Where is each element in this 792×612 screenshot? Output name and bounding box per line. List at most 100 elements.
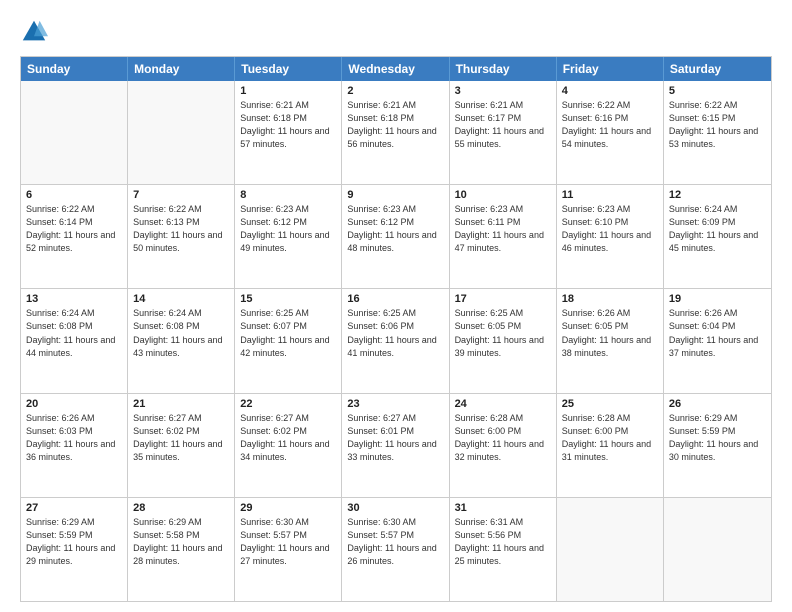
day-number: 6 bbox=[26, 189, 122, 201]
empty-cell bbox=[21, 81, 128, 184]
day-info: Sunrise: 6:21 AM Sunset: 6:17 PM Dayligh… bbox=[455, 99, 551, 151]
day-cell-8: 8 Sunrise: 6:23 AM Sunset: 6:12 PM Daylig… bbox=[235, 185, 342, 288]
day-number: 8 bbox=[240, 189, 336, 201]
day-info: Sunrise: 6:26 AM Sunset: 6:05 PM Dayligh… bbox=[562, 307, 658, 359]
day-number: 15 bbox=[240, 293, 336, 305]
day-info: Sunrise: 6:21 AM Sunset: 6:18 PM Dayligh… bbox=[347, 99, 443, 151]
calendar-body: 1 Sunrise: 6:21 AM Sunset: 6:18 PM Daylig… bbox=[21, 81, 771, 601]
day-number: 30 bbox=[347, 502, 443, 514]
day-cell-4: 4 Sunrise: 6:22 AM Sunset: 6:16 PM Daylig… bbox=[557, 81, 664, 184]
day-number: 5 bbox=[669, 85, 766, 97]
day-number: 27 bbox=[26, 502, 122, 514]
day-cell-29: 29Sunrise: 6:30 AM Sunset: 5:57 PM Dayli… bbox=[235, 498, 342, 601]
day-cell-10: 10 Sunrise: 6:23 AM Sunset: 6:11 PM Dayli… bbox=[450, 185, 557, 288]
day-number: 10 bbox=[455, 189, 551, 201]
week-row-3: 13 Sunrise: 6:24 AM Sunset: 6:08 PM Dayli… bbox=[21, 288, 771, 392]
day-cell-17: 17 Sunrise: 6:25 AM Sunset: 6:05 PM Dayli… bbox=[450, 289, 557, 392]
day-number: 17 bbox=[455, 293, 551, 305]
day-info: Sunrise: 6:25 AM Sunset: 6:07 PM Dayligh… bbox=[240, 307, 336, 359]
day-info: Sunrise: 6:27 AM Sunset: 6:02 PM Dayligh… bbox=[133, 412, 229, 464]
day-number: 7 bbox=[133, 189, 229, 201]
day-cell-11: 11Sunrise: 6:23 AM Sunset: 6:10 PM Dayli… bbox=[557, 185, 664, 288]
day-number: 31 bbox=[455, 502, 551, 514]
day-cell-21: 21 Sunrise: 6:27 AM Sunset: 6:02 PM Dayli… bbox=[128, 394, 235, 497]
day-number: 4 bbox=[562, 85, 658, 97]
day-cell-9: 9 Sunrise: 6:23 AM Sunset: 6:12 PM Daylig… bbox=[342, 185, 449, 288]
day-info: Sunrise: 6:26 AM Sunset: 6:03 PM Dayligh… bbox=[26, 412, 122, 464]
day-cell-2: 2 Sunrise: 6:21 AM Sunset: 6:18 PM Daylig… bbox=[342, 81, 449, 184]
day-cell-30: 30Sunrise: 6:30 AM Sunset: 5:57 PM Dayli… bbox=[342, 498, 449, 601]
header bbox=[20, 18, 772, 46]
day-info: Sunrise: 6:29 AM Sunset: 5:59 PM Dayligh… bbox=[669, 412, 766, 464]
day-number: 16 bbox=[347, 293, 443, 305]
day-cell-19: 19 Sunrise: 6:26 AM Sunset: 6:04 PM Dayli… bbox=[664, 289, 771, 392]
day-info: Sunrise: 6:23 AM Sunset: 6:12 PM Dayligh… bbox=[240, 203, 336, 255]
week-row-4: 20Sunrise: 6:26 AM Sunset: 6:03 PM Dayli… bbox=[21, 393, 771, 497]
day-of-week-wednesday: Wednesday bbox=[342, 57, 449, 81]
day-cell-25: 25 Sunrise: 6:28 AM Sunset: 6:00 PM Dayli… bbox=[557, 394, 664, 497]
day-cell-18: 18Sunrise: 6:26 AM Sunset: 6:05 PM Dayli… bbox=[557, 289, 664, 392]
day-number: 23 bbox=[347, 398, 443, 410]
day-cell-23: 23Sunrise: 6:27 AM Sunset: 6:01 PM Dayli… bbox=[342, 394, 449, 497]
day-number: 21 bbox=[133, 398, 229, 410]
day-info: Sunrise: 6:25 AM Sunset: 6:06 PM Dayligh… bbox=[347, 307, 443, 359]
day-cell-13: 13 Sunrise: 6:24 AM Sunset: 6:08 PM Dayli… bbox=[21, 289, 128, 392]
day-cell-22: 22 Sunrise: 6:27 AM Sunset: 6:02 PM Dayli… bbox=[235, 394, 342, 497]
day-cell-26: 26 Sunrise: 6:29 AM Sunset: 5:59 PM Dayli… bbox=[664, 394, 771, 497]
calendar-header: SundayMondayTuesdayWednesdayThursdayFrid… bbox=[21, 57, 771, 81]
day-info: Sunrise: 6:29 AM Sunset: 5:59 PM Dayligh… bbox=[26, 516, 122, 568]
day-number: 28 bbox=[133, 502, 229, 514]
day-number: 12 bbox=[669, 189, 766, 201]
day-number: 9 bbox=[347, 189, 443, 201]
day-info: Sunrise: 6:28 AM Sunset: 6:00 PM Dayligh… bbox=[562, 412, 658, 464]
calendar: SundayMondayTuesdayWednesdayThursdayFrid… bbox=[20, 56, 772, 602]
day-info: Sunrise: 6:27 AM Sunset: 6:02 PM Dayligh… bbox=[240, 412, 336, 464]
day-number: 26 bbox=[669, 398, 766, 410]
week-row-5: 27 Sunrise: 6:29 AM Sunset: 5:59 PM Dayli… bbox=[21, 497, 771, 601]
day-of-week-thursday: Thursday bbox=[450, 57, 557, 81]
empty-cell bbox=[128, 81, 235, 184]
day-cell-28: 28Sunrise: 6:29 AM Sunset: 5:58 PM Dayli… bbox=[128, 498, 235, 601]
logo-icon bbox=[20, 18, 48, 46]
day-number: 13 bbox=[26, 293, 122, 305]
day-info: Sunrise: 6:31 AM Sunset: 5:56 PM Dayligh… bbox=[455, 516, 551, 568]
day-cell-7: 7 Sunrise: 6:22 AM Sunset: 6:13 PM Daylig… bbox=[128, 185, 235, 288]
day-info: Sunrise: 6:23 AM Sunset: 6:11 PM Dayligh… bbox=[455, 203, 551, 255]
day-cell-14: 14Sunrise: 6:24 AM Sunset: 6:08 PM Dayli… bbox=[128, 289, 235, 392]
day-info: Sunrise: 6:26 AM Sunset: 6:04 PM Dayligh… bbox=[669, 307, 766, 359]
day-info: Sunrise: 6:21 AM Sunset: 6:18 PM Dayligh… bbox=[240, 99, 336, 151]
day-info: Sunrise: 6:22 AM Sunset: 6:14 PM Dayligh… bbox=[26, 203, 122, 255]
day-cell-5: 5 Sunrise: 6:22 AM Sunset: 6:15 PM Daylig… bbox=[664, 81, 771, 184]
day-number: 25 bbox=[562, 398, 658, 410]
day-number: 22 bbox=[240, 398, 336, 410]
day-info: Sunrise: 6:28 AM Sunset: 6:00 PM Dayligh… bbox=[455, 412, 551, 464]
day-info: Sunrise: 6:24 AM Sunset: 6:08 PM Dayligh… bbox=[26, 307, 122, 359]
day-info: Sunrise: 6:22 AM Sunset: 6:13 PM Dayligh… bbox=[133, 203, 229, 255]
day-of-week-monday: Monday bbox=[128, 57, 235, 81]
day-info: Sunrise: 6:22 AM Sunset: 6:16 PM Dayligh… bbox=[562, 99, 658, 151]
day-info: Sunrise: 6:24 AM Sunset: 6:09 PM Dayligh… bbox=[669, 203, 766, 255]
day-number: 19 bbox=[669, 293, 766, 305]
day-of-week-saturday: Saturday bbox=[664, 57, 771, 81]
day-cell-1: 1 Sunrise: 6:21 AM Sunset: 6:18 PM Daylig… bbox=[235, 81, 342, 184]
day-number: 14 bbox=[133, 293, 229, 305]
day-cell-20: 20Sunrise: 6:26 AM Sunset: 6:03 PM Dayli… bbox=[21, 394, 128, 497]
day-number: 29 bbox=[240, 502, 336, 514]
day-info: Sunrise: 6:23 AM Sunset: 6:12 PM Dayligh… bbox=[347, 203, 443, 255]
day-cell-16: 16 Sunrise: 6:25 AM Sunset: 6:06 PM Dayli… bbox=[342, 289, 449, 392]
day-cell-24: 24Sunrise: 6:28 AM Sunset: 6:00 PM Dayli… bbox=[450, 394, 557, 497]
day-number: 1 bbox=[240, 85, 336, 97]
day-of-week-tuesday: Tuesday bbox=[235, 57, 342, 81]
day-info: Sunrise: 6:22 AM Sunset: 6:15 PM Dayligh… bbox=[669, 99, 766, 151]
day-cell-3: 3 Sunrise: 6:21 AM Sunset: 6:17 PM Daylig… bbox=[450, 81, 557, 184]
day-of-week-sunday: Sunday bbox=[21, 57, 128, 81]
day-number: 11 bbox=[562, 189, 658, 201]
empty-cell bbox=[664, 498, 771, 601]
day-cell-27: 27 Sunrise: 6:29 AM Sunset: 5:59 PM Dayli… bbox=[21, 498, 128, 601]
day-cell-31: 31 Sunrise: 6:31 AM Sunset: 5:56 PM Dayli… bbox=[450, 498, 557, 601]
day-info: Sunrise: 6:25 AM Sunset: 6:05 PM Dayligh… bbox=[455, 307, 551, 359]
day-number: 2 bbox=[347, 85, 443, 97]
day-cell-15: 15 Sunrise: 6:25 AM Sunset: 6:07 PM Dayli… bbox=[235, 289, 342, 392]
day-number: 3 bbox=[455, 85, 551, 97]
day-cell-6: 6 Sunrise: 6:22 AM Sunset: 6:14 PM Daylig… bbox=[21, 185, 128, 288]
